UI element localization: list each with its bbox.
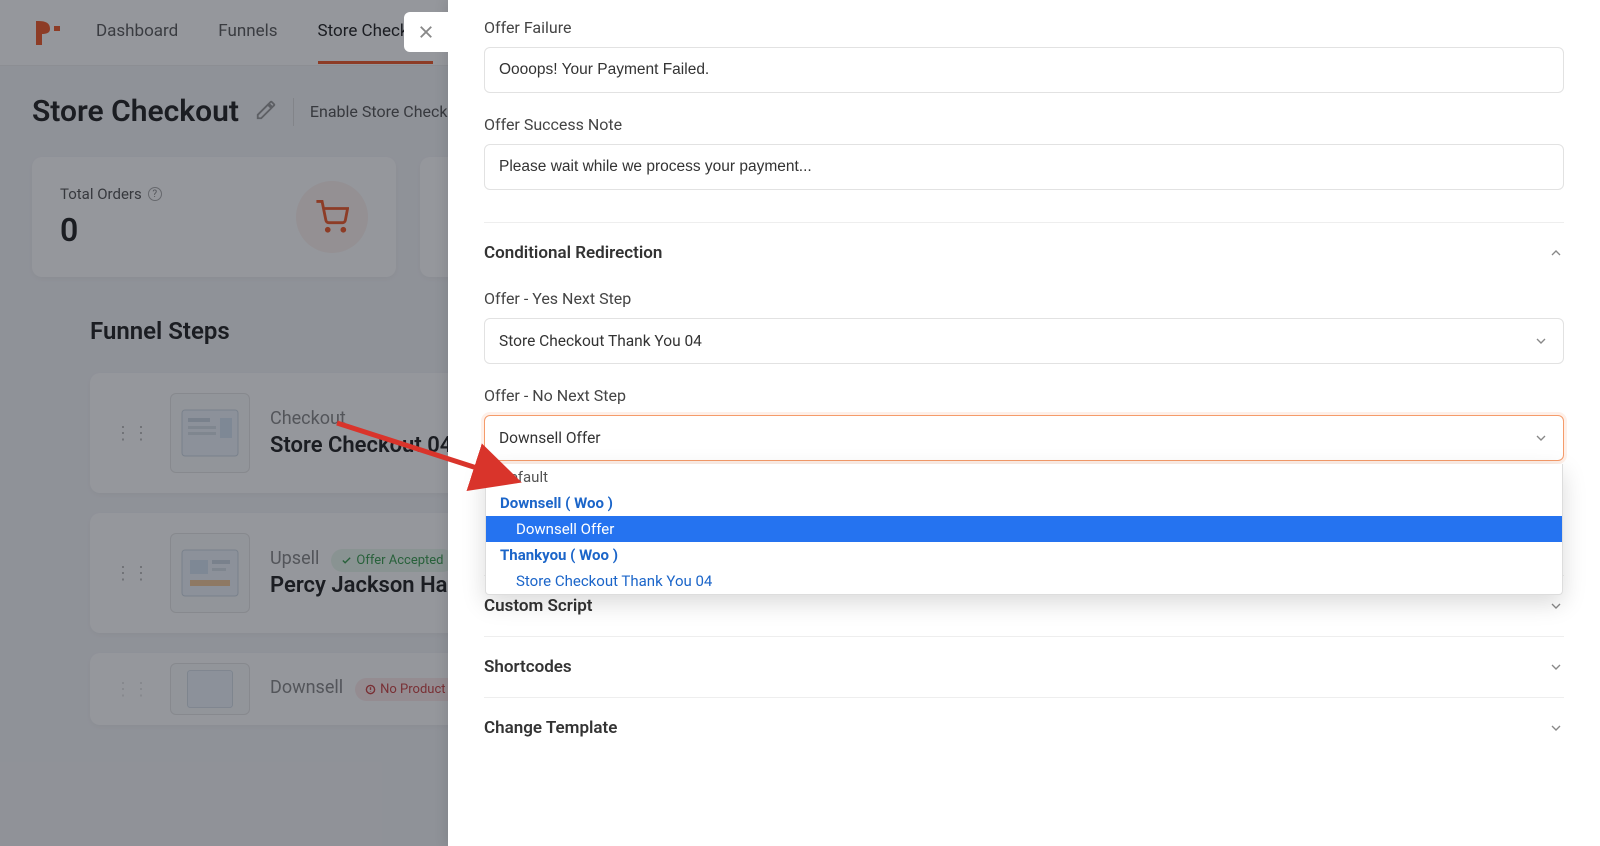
dropdown-option-thankyou[interactable]: Store Checkout Thank You 04 <box>486 568 1562 594</box>
offer-no-dropdown: Default Downsell ( Woo ) Downsell Offer … <box>485 464 1563 595</box>
chevron-down-icon <box>1548 659 1564 675</box>
chevron-down-icon <box>1533 333 1549 349</box>
offer-success-note-label: Offer Success Note <box>484 115 1564 134</box>
chevron-up-icon <box>1548 245 1564 261</box>
offer-no-label: Offer - No Next Step <box>484 386 1564 405</box>
settings-drawer: Offer Failure Offer Success Note Conditi… <box>448 0 1600 846</box>
chevron-down-icon <box>1548 598 1564 614</box>
close-icon[interactable] <box>404 12 448 52</box>
section-change-template[interactable]: Change Template <box>484 698 1564 758</box>
offer-success-note-input[interactable] <box>484 144 1564 190</box>
offer-yes-label: Offer - Yes Next Step <box>484 289 1564 308</box>
section-shortcodes[interactable]: Shortcodes <box>484 637 1564 697</box>
dropdown-option-default[interactable]: Default <box>486 464 1562 490</box>
chevron-down-icon <box>1548 720 1564 736</box>
offer-yes-select[interactable]: Store Checkout Thank You 04 <box>484 318 1564 364</box>
dropdown-option-downsell-offer[interactable]: Downsell Offer <box>486 516 1562 542</box>
offer-failure-label: Offer Failure <box>484 18 1564 37</box>
chevron-down-icon <box>1533 430 1549 446</box>
section-conditional-redirection[interactable]: Conditional Redirection <box>484 223 1564 283</box>
dropdown-group-downsell: Downsell ( Woo ) <box>486 490 1562 516</box>
dropdown-group-thankyou: Thankyou ( Woo ) <box>486 542 1562 568</box>
offer-no-select[interactable]: Downsell Offer Default Downsell ( Woo ) … <box>484 415 1564 461</box>
offer-failure-input[interactable] <box>484 47 1564 93</box>
